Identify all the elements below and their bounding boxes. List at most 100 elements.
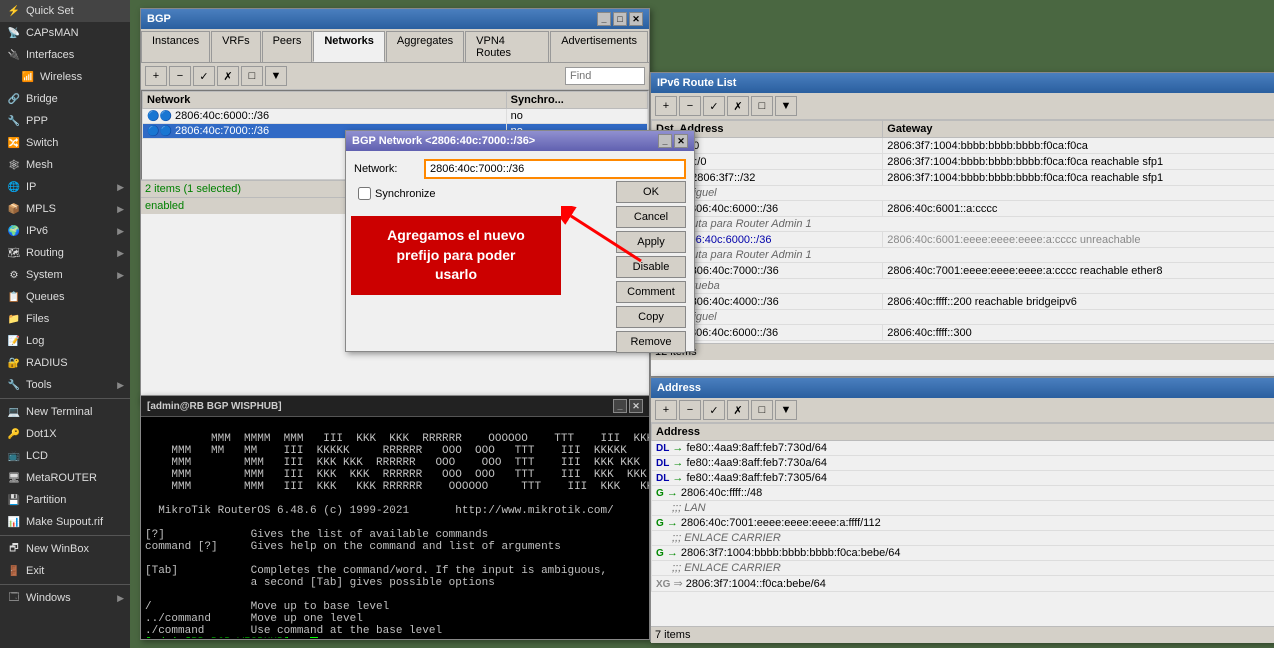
tab-instances[interactable]: Instances [141,31,210,62]
annotation-box: Agregamos el nuevo prefijo para poder us… [351,216,561,295]
bgp-remove-btn[interactable]: − [169,66,191,86]
addr-remove-btn[interactable]: − [679,400,701,420]
bgp-dialog-comment-btn[interactable]: Comment [616,281,686,303]
bgp-dialog-close-btn[interactable]: ✕ [674,134,688,148]
sidebar-item-radius[interactable]: 🔐 RADIUS [0,352,130,374]
bgp-filter-btn[interactable]: ▼ [265,66,287,86]
table-row[interactable]: G → 2806:40c:ffff::/48 [652,486,1274,501]
bgp-titlebar[interactable]: BGP _ □ ✕ [141,9,649,29]
sidebar-item-quick-set[interactable]: ⚡ Quick Set [0,0,130,22]
sidebar-item-lcd[interactable]: 📺 LCD [0,445,130,467]
table-row[interactable]: XS ▶ 2806:40c:6000::/36 2806:40c:ffff::3… [652,325,1274,341]
ipv6-filter-btn[interactable]: ▼ [775,96,797,116]
bgp-dialog-body: Network: Synchronize Agregamos el nuevo … [346,151,694,351]
sidebar-label-tools: Tools [26,379,52,391]
sidebar-label-bridge: Bridge [26,93,58,105]
sidebar-item-capsman[interactable]: 📡 CAPsMAN [0,22,130,44]
terminal-minimize-btn[interactable]: _ [613,399,627,413]
table-row[interactable]: DL → fe80::4aa9:8aff:feb7:7305/64 [652,471,1274,486]
ipv6-copy-btn[interactable]: □ [751,96,773,116]
sidebar-item-partition[interactable]: 💾 Partition [0,489,130,511]
sidebar-item-log[interactable]: 📝 Log [0,330,130,352]
table-row[interactable]: DL → fe80::4aa9:8aff:feb7:730a/64 [652,456,1274,471]
terminal-body[interactable]: MMM MMMM MMM III KKK KKK RRRRRR OOOOOO T… [141,417,649,638]
tab-networks[interactable]: Networks [313,31,385,62]
sidebar-item-switch[interactable]: 🔀 Switch [0,132,130,154]
sidebar-label-ip: IP [26,181,36,193]
bgp-dialog-minimize-btn[interactable]: _ [658,134,672,148]
addr-disable-btn[interactable]: ✗ [727,400,749,420]
addr-titlebar[interactable]: Address _ □ ✕ [651,378,1274,398]
table-row[interactable]: XS ▶ ::/0 2806:3f7:1004:bbbb:bbbb:bbbb:f… [652,138,1274,154]
addr-row: G → 2806:40c:ffff::/48 [652,486,1274,501]
tab-advertisements[interactable]: Advertisements [550,31,648,62]
sidebar-item-bridge[interactable]: 🔗 Bridge [0,88,130,110]
table-row[interactable]: 🔵🔵 2806:40c:6000::/36 no [143,109,648,124]
sidebar-item-mesh[interactable]: 🕸 Mesh [0,154,130,176]
addr-copy-btn[interactable]: □ [751,400,773,420]
sidebar-label-windows: Windows [26,592,71,604]
tab-vpn4-routes[interactable]: VPN4 Routes [465,31,549,62]
addr-filter-btn[interactable]: ▼ [775,400,797,420]
addr-enable-btn[interactable]: ✓ [703,400,725,420]
sidebar-label-exit: Exit [26,565,44,577]
sidebar-item-wireless[interactable]: 📶 Wireless [0,66,130,88]
sidebar-item-queues[interactable]: 📋 Queues [0,286,130,308]
table-row[interactable]: AS ▶ 2806:40c:4000::/36 2806:40c:ffff::2… [652,294,1274,310]
sidebar-item-interfaces[interactable]: 🔌 Interfaces [0,44,130,66]
addr-row: XG ⇒ 2806:3f7:1004::f0ca:bebe/64 [652,576,1274,592]
bgp-dialog-titlebar[interactable]: BGP Network <2806:40c:7000::/36> _ ✕ [346,131,694,151]
new-winbox-icon: 🗗 [6,541,22,557]
sidebar-item-metarouter[interactable]: 🖥 MetaROUTER [0,467,130,489]
sidebar-item-ipv6[interactable]: 🌍 IPv6 ▶ [0,220,130,242]
tab-vrfs[interactable]: VRFs [211,31,261,62]
sidebar-item-ip[interactable]: 🌐 IP ▶ [0,176,130,198]
table-row[interactable]: XG ⇒ 2806:3f7:1004::f0ca:bebe/64 [652,576,1274,592]
sidebar-item-mpls[interactable]: 📦 MPLS ▶ [0,198,130,220]
bgp-dialog-remove-btn[interactable]: Remove [616,331,686,353]
sidebar-item-system[interactable]: ⚙ System ▶ [0,264,130,286]
table-row[interactable]: G → 2806:3f7:1004:bbbb:bbbb:bbbb:f0ca:be… [652,546,1274,561]
sidebar-item-make-supout[interactable]: 📊 Make Supout.rif [0,511,130,533]
bgp-dialog-synchronize-checkbox[interactable] [358,187,371,200]
terminal-titlebar[interactable]: [admin@RB BGP WISPHUB] _ ✕ [141,396,649,417]
bgp-copy-btn[interactable]: □ [241,66,263,86]
table-row[interactable]: DAb ▶ ::/0 2806:3f7:1004:bbbb:bbbb:bbbb:… [652,154,1274,170]
ipv6-row-gateway: 2806:3f7:1004:bbbb:bbbb:bbbb:f0ca:f0ca r… [883,154,1274,170]
sidebar-item-new-terminal[interactable]: 💻 New Terminal [0,401,130,423]
sidebar-item-dot1x[interactable]: 🔑 Dot1X [0,423,130,445]
bgp-dialog-network-input[interactable] [424,159,686,179]
bgp-enable-btn[interactable]: ✓ [193,66,215,86]
sidebar-item-windows[interactable]: 🗔 Windows ▶ [0,587,130,609]
terminal-close-btn[interactable]: ✕ [629,399,643,413]
bgp-dialog-copy-btn[interactable]: Copy [616,306,686,328]
sidebar-item-tools[interactable]: 🔧 Tools ▶ [0,374,130,396]
bgp-dialog-ok-btn[interactable]: OK [616,181,686,203]
ipv6-add-btn[interactable]: + [655,96,677,116]
bgp-minimize-btn[interactable]: _ [597,12,611,26]
ipv6-titlebar[interactable]: IPv6 Route List _ □ ✕ [651,73,1274,93]
table-row[interactable]: DL → fe80::4aa9:8aff:feb7:730d/64 [652,441,1274,456]
addr-add-btn[interactable]: + [655,400,677,420]
addr-row: G → 2806:40c:7001:eeee:eeee:eeee:a:ffff/… [652,516,1274,531]
sidebar-item-files[interactable]: 📁 Files [0,308,130,330]
table-row[interactable]: XS ▶ 2806:40c:6000::/36 2806:40c:6001::a… [652,201,1274,217]
ipv6-remove-btn[interactable]: − [679,96,701,116]
ipv6-enable-btn[interactable]: ✓ [703,96,725,116]
bgp-maximize-btn[interactable]: □ [613,12,627,26]
tab-peers[interactable]: Peers [262,31,313,62]
sidebar-item-ppp[interactable]: 🔧 PPP [0,110,130,132]
bgp-close-btn[interactable]: ✕ [629,12,643,26]
table-row[interactable]: G → 2806:40c:7001:eeee:eeee:eeee:a:ffff/… [652,516,1274,531]
tab-aggregates[interactable]: Aggregates [386,31,464,62]
bgp-search-input[interactable] [565,67,645,85]
sidebar-item-exit[interactable]: 🚪 Exit [0,560,130,582]
ipv6-disable-btn[interactable]: ✗ [727,96,749,116]
sidebar-item-new-winbox[interactable]: 🗗 New WinBox [0,538,130,560]
table-row[interactable]: DAb ▶ 2806:3f7::/32 2806:3f7:1004:bbbb:b… [652,170,1274,186]
table-row[interactable]: AS ▶ 2806:40c:7000::/36 2806:40c:7001:ee… [652,263,1274,279]
table-row[interactable]: S ▶ 2806:40c:6000::/36 2806:40c:6001:eee… [652,232,1274,248]
bgp-add-btn[interactable]: + [145,66,167,86]
sidebar-item-routing[interactable]: 🗺 Routing ▶ [0,242,130,264]
bgp-disable-btn[interactable]: ✗ [217,66,239,86]
